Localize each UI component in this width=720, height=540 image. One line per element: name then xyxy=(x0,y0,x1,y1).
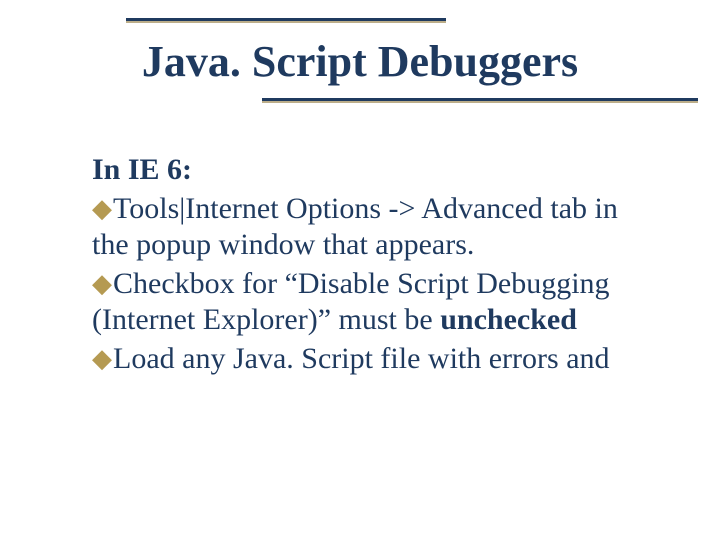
list-item: ◆Checkbox for “Disable Script Debugging … xyxy=(92,266,662,339)
diamond-bullet-icon: ◆ xyxy=(92,268,112,300)
item-text-strong: unchecked xyxy=(440,303,577,336)
list-item: ◆Tools|Internet Options -> Advanced tab … xyxy=(92,191,662,264)
diamond-bullet-icon: ◆ xyxy=(92,343,112,375)
list-item: ◆Load any Java. Script file with errors … xyxy=(92,341,662,378)
slide-body: In IE 6: ◆Tools|Internet Options -> Adva… xyxy=(92,152,662,378)
divider-bottom xyxy=(262,98,698,101)
slide: Java. Script Debuggers In IE 6: ◆Tools|I… xyxy=(0,0,720,540)
divider-top xyxy=(126,18,446,21)
slide-title: Java. Script Debuggers xyxy=(0,36,720,87)
body-heading: In IE 6: xyxy=(92,152,662,189)
item-text: Tools|Internet Options -> Advanced tab i… xyxy=(92,192,618,262)
diamond-bullet-icon: ◆ xyxy=(92,193,112,225)
item-text: Load any Java. Script file with errors a… xyxy=(113,342,610,375)
